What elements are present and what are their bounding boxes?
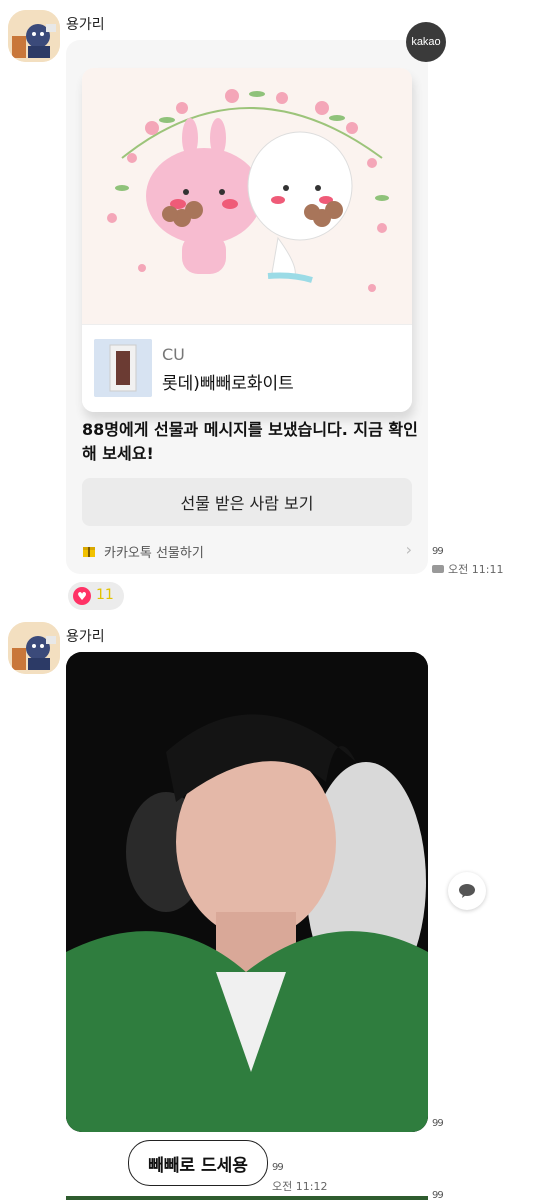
tag-icon: [432, 565, 444, 573]
timestamp-text: 오전 11:12: [272, 1180, 328, 1193]
gift-footer-label: 카카오톡 선물하기: [104, 546, 204, 561]
heart-icon: ♥: [73, 587, 91, 605]
sender-avatar[interactable]: [8, 622, 60, 674]
read-count: 99: [432, 546, 444, 557]
timestamp-text: 오전 11:11: [448, 563, 504, 576]
reaction-badge[interactable]: ♥ 11: [68, 582, 124, 610]
read-count: 99: [432, 1118, 444, 1129]
next-photo-edge: [66, 1196, 428, 1200]
photo-message[interactable]: [66, 652, 428, 1132]
product-name: 롯데)빼빼로화이트: [162, 374, 294, 394]
speech-bubble-icon: [459, 884, 475, 898]
gift-preview[interactable]: CU 롯데)빼빼로화이트: [82, 68, 412, 412]
timestamp: 오전 11:11: [432, 561, 503, 577]
product-thumbnail: [94, 339, 152, 397]
kakao-badge: kakao: [406, 22, 446, 62]
gift-message-text: 88명에게 선물과 메시지를 보냈습니다. 지금 확인해 보세요!: [82, 420, 418, 463]
sender-name: 용가리: [66, 17, 105, 33]
read-count: 99: [272, 1162, 284, 1173]
sender-name: 용가리: [66, 629, 105, 645]
product-brand: CU: [162, 345, 185, 364]
chevron-right-icon: ›: [405, 540, 412, 559]
gift-footer-link[interactable]: 카카오톡 선물하기 ›: [82, 540, 412, 562]
gift-box-icon: [83, 547, 95, 557]
message-bubble[interactable]: 빼빼로 드세용: [128, 1140, 268, 1186]
comment-button[interactable]: [448, 872, 486, 910]
product-row[interactable]: CU 롯데)빼빼로화이트: [82, 324, 412, 412]
reaction-count: 11: [96, 587, 114, 603]
sender-avatar[interactable]: [8, 10, 60, 62]
gift-message-card[interactable]: CU 롯데)빼빼로화이트 88명에게 선물과 메시지를 보냈습니다. 지금 확인…: [66, 40, 428, 574]
gift-illustration: [82, 68, 412, 324]
read-count: 99: [432, 1190, 444, 1200]
view-recipients-button[interactable]: 선물 받은 사람 보기: [82, 478, 412, 526]
